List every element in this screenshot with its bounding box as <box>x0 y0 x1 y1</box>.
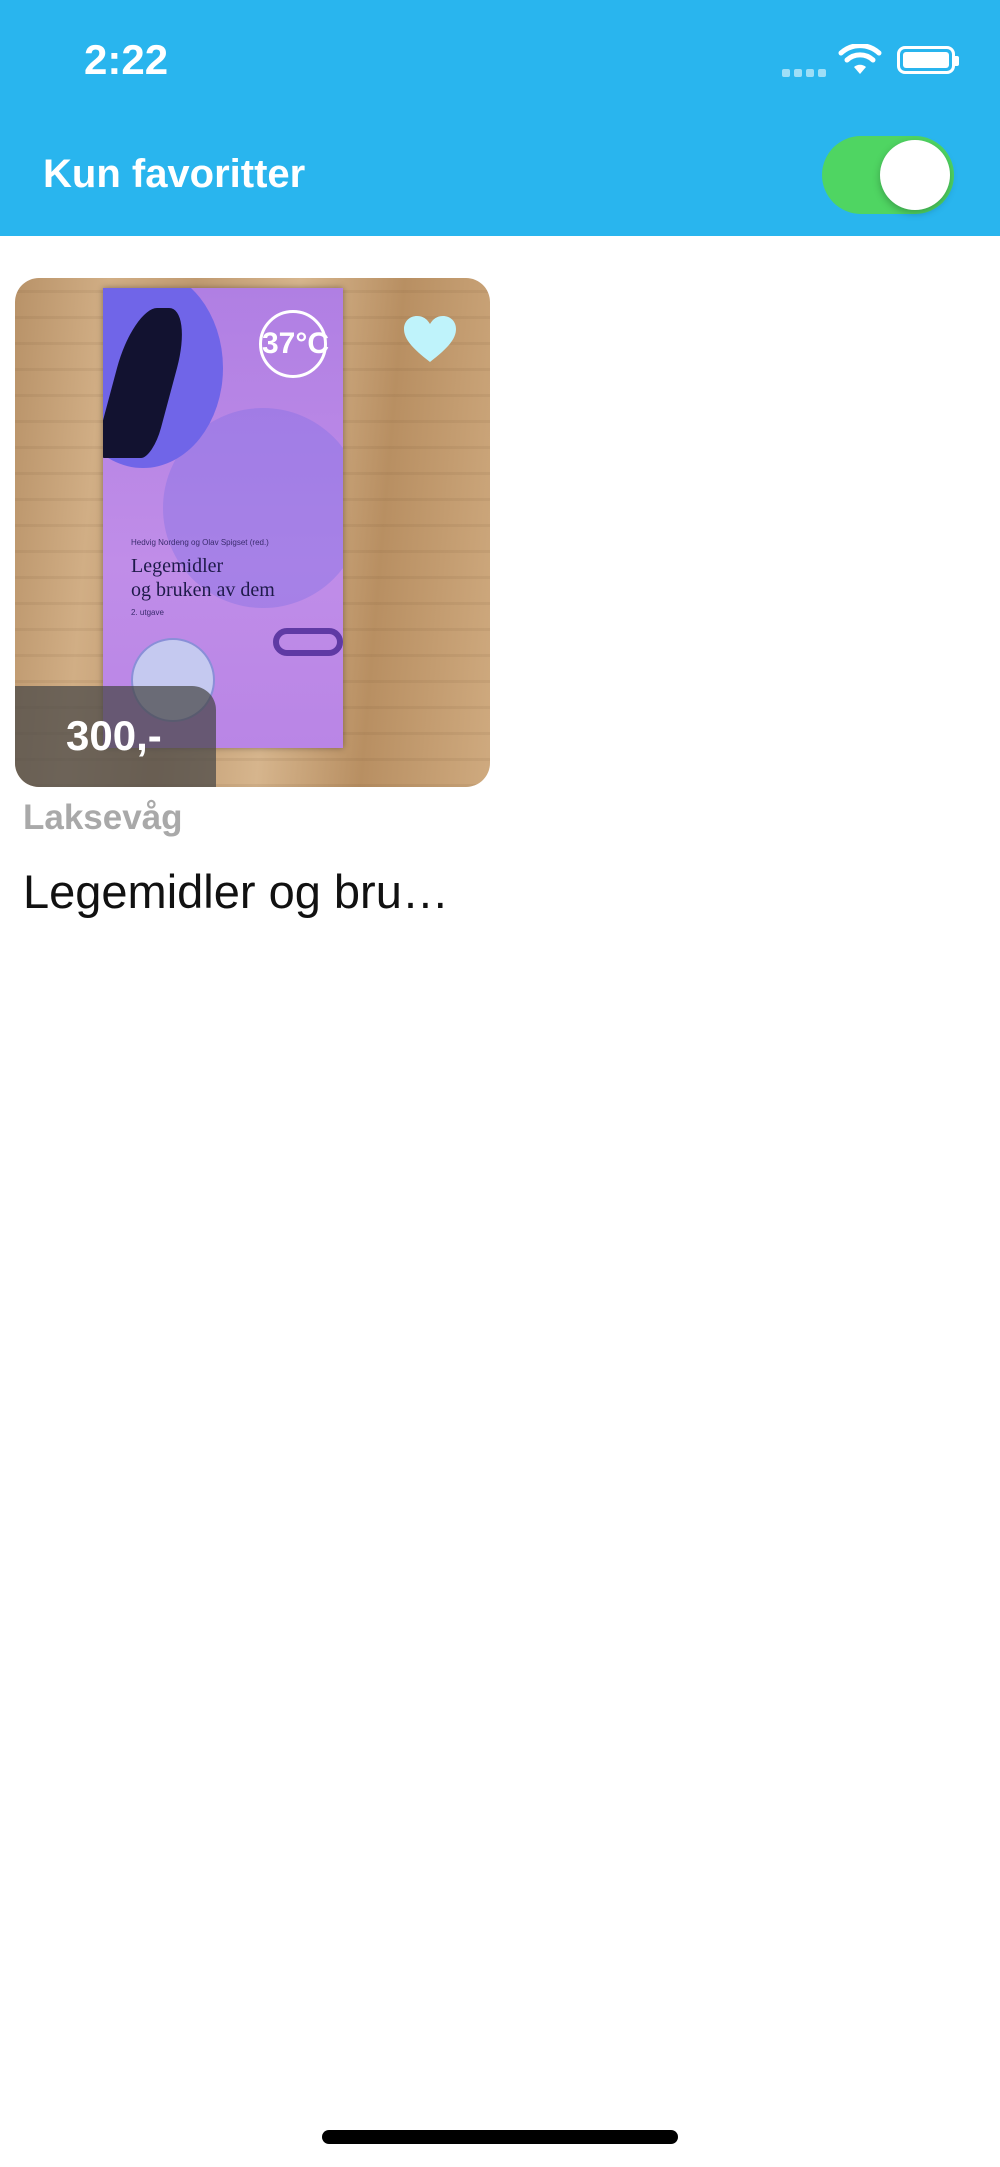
wifi-icon <box>838 44 882 74</box>
cover-badge: 37°C <box>259 310 329 378</box>
book-cover-image: 37°C Hedvig Nordeng og Olav Spigset (red… <box>103 288 343 748</box>
listing-card[interactable]: 37°C Hedvig Nordeng og Olav Spigset (red… <box>15 278 490 918</box>
listing-location: Laksevåg <box>23 798 183 837</box>
home-indicator[interactable] <box>322 2130 678 2144</box>
nav-bar: Kun favoritter <box>0 118 1000 236</box>
status-bar: 2:22 <box>0 0 1000 118</box>
listing-image[interactable]: 37°C Hedvig Nordeng og Olav Spigset (red… <box>15 278 490 787</box>
price-badge: 300,- <box>15 686 216 787</box>
battery-icon <box>897 46 959 74</box>
cover-edition: 2. utgave <box>131 608 164 617</box>
favorites-toggle[interactable] <box>822 136 954 214</box>
signal-dots-icon <box>782 64 830 82</box>
cover-authors: Hedvig Nordeng og Olav Spigset (red.) <box>131 538 269 547</box>
heart-icon[interactable] <box>402 314 458 364</box>
price-text: 300,- <box>66 712 162 759</box>
listing-title: Legemidler og bru… <box>23 865 449 918</box>
cover-chain-links <box>273 628 343 656</box>
page-title: Kun favoritter <box>43 152 306 196</box>
cover-title: Legemidler og bruken av dem <box>131 554 275 602</box>
cover-title-line1: Legemidler <box>131 555 224 577</box>
cover-title-line2: og bruken av dem <box>131 579 275 601</box>
toggle-knob <box>880 140 950 210</box>
status-time: 2:22 <box>84 36 169 83</box>
